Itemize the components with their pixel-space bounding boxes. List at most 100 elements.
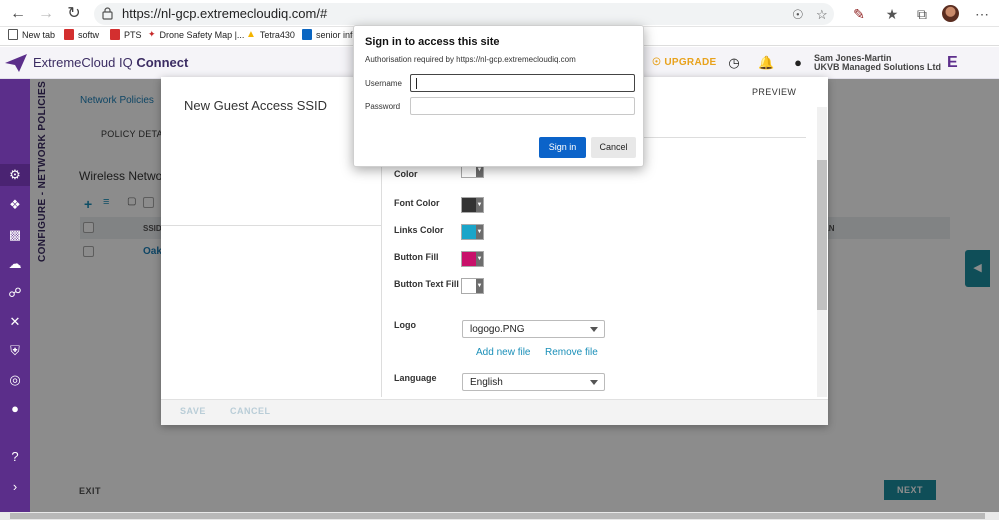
reload-icon[interactable]: ↻ [64, 4, 84, 24]
button-text-fill-label: Button Text Fill [394, 279, 459, 289]
text-cursor [416, 78, 417, 89]
font-color-label: Font Color [394, 198, 440, 208]
bookmark-label: New tab [22, 29, 56, 40]
chevron-down-icon [590, 327, 598, 332]
caret-down-icon: ▼ [476, 198, 483, 212]
bookmark-drone-safety-map[interactable]: ✦ Drone Safety Map |... [148, 29, 244, 40]
app-title-bold: Connect [136, 55, 189, 70]
bar-chart-icon[interactable]: ▩ [7, 227, 23, 243]
password-input[interactable] [410, 97, 635, 115]
bookmark-label: Tetra430 [259, 29, 295, 40]
language-label: Language [394, 373, 437, 383]
location-pin-icon[interactable]: ● [7, 401, 23, 417]
page-icon [8, 29, 18, 40]
radar-icon[interactable]: ◎ [7, 372, 23, 388]
extension-icon[interactable]: ✎ [849, 4, 869, 24]
pdf-icon [110, 29, 120, 40]
upgrade-label: UPGRADE [664, 57, 717, 68]
dialog-subtitle: Authorisation required by https://nl-gcp… [365, 55, 576, 64]
shield-icon[interactable]: ⛨ [7, 343, 23, 359]
forward-arrow-icon[interactable]: → [36, 4, 56, 24]
button-fill-label: Button Fill [394, 252, 439, 262]
favorite-star-icon[interactable]: ☆ [816, 7, 828, 23]
bookmark-label: senior info [316, 29, 358, 40]
linkedin-icon [302, 29, 312, 40]
font-color-picker[interactable]: ▼ [461, 197, 484, 213]
logo-select-value: logogo.PNG [470, 324, 525, 335]
url-text: https://nl-gcp.extremecloudiq.com/# [122, 6, 328, 21]
language-select-value: English [470, 377, 503, 388]
tab-preview[interactable]: PREVIEW [752, 87, 796, 97]
font-color-swatch [462, 198, 476, 212]
bookmark-tetra430[interactable]: ▲ Tetra430 [246, 29, 295, 40]
lock-icon[interactable]: ☍ [7, 285, 23, 301]
add-new-file-link[interactable]: Add new file [476, 347, 530, 358]
sign-in-dialog: Sign in to access this site Authorisatio… [353, 25, 644, 167]
gear-icon[interactable]: ⚙ [7, 167, 23, 183]
button-fill-picker[interactable]: ▼ [461, 251, 484, 267]
pdf-icon [64, 29, 74, 40]
bookmark-new-tab[interactable]: New tab [8, 29, 55, 40]
links-color-picker[interactable]: ▼ [461, 224, 484, 240]
logo-label: Logo [394, 320, 416, 330]
user-account-icon[interactable]: ● [790, 55, 806, 71]
profile-avatar[interactable] [942, 5, 959, 22]
bookmark-label: softw [78, 29, 100, 40]
puzzle-icon[interactable]: ❖ [7, 197, 23, 213]
user-org: UKVB Managed Solutions Ltd [814, 62, 941, 72]
location-icon[interactable]: ☉ [792, 7, 804, 23]
app-title: ExtremeCloud IQ Connect [33, 55, 188, 70]
favorites-icon[interactable]: ★ [882, 4, 902, 24]
caret-down-icon: ▼ [476, 225, 483, 239]
bookmark-label: PTS [124, 29, 142, 40]
bookmark-label: Drone Safety Map |... [159, 29, 245, 40]
drone-icon: ✦ [148, 29, 156, 39]
button-text-fill-picker[interactable]: ▼ [461, 278, 484, 294]
caret-down-icon: ▼ [476, 279, 483, 293]
bell-icon[interactable]: 🔔 [758, 55, 774, 71]
button-text-fill-swatch [462, 279, 476, 293]
back-arrow-icon[interactable]: ← [8, 4, 28, 24]
lock-icon [102, 7, 113, 20]
save-button[interactable]: SAVE [180, 406, 206, 416]
extreme-logo: E [947, 54, 958, 71]
help-icon[interactable]: ? [7, 449, 23, 465]
left-sidebar: ⚙ ❖ ▩ ☁ ☍ ✕ ⛨ ◎ ● ? › [0, 79, 30, 512]
more-menu-icon[interactable]: ⋯ [972, 4, 992, 24]
language-select[interactable]: English [462, 373, 605, 391]
address-bar[interactable]: https://nl-gcp.extremecloudiq.com/# ☉ ☆ [94, 3, 834, 25]
bookmark-pts[interactable]: PTS [110, 29, 142, 40]
collections-icon[interactable]: ⧉ [912, 4, 932, 24]
links-color-swatch [462, 225, 476, 239]
browser-toolbar: ← → ↻ https://nl-gcp.extremecloudiq.com/… [0, 0, 999, 27]
horizontal-scroll-thumb[interactable] [10, 513, 985, 519]
cloud-icon[interactable]: ☁ [7, 256, 23, 272]
upgrade-link[interactable]: ☉ UPGRADE [652, 57, 716, 68]
chevron-down-icon [590, 380, 598, 385]
cancel-button[interactable]: CANCEL [230, 406, 271, 416]
remove-file-link[interactable]: Remove file [545, 347, 598, 358]
left-pane-divider [161, 225, 381, 226]
modal-title: New Guest Access SSID [184, 98, 328, 113]
username-input[interactable] [410, 74, 635, 92]
caret-down-icon: ▼ [476, 252, 483, 266]
clock-icon[interactable]: ◷ [726, 55, 742, 71]
horizontal-scrollbar[interactable] [0, 512, 999, 520]
dialog-cancel-button[interactable]: Cancel [591, 137, 636, 158]
bookmark-softw[interactable]: softw [64, 29, 99, 40]
links-color-label: Links Color [394, 225, 444, 235]
tools-icon[interactable]: ✕ [7, 314, 23, 330]
app-title-light: ExtremeCloud IQ [33, 55, 133, 70]
button-fill-swatch [462, 252, 476, 266]
username-label: Username [365, 79, 402, 88]
chevron-right-icon[interactable]: › [7, 479, 23, 495]
dialog-title: Sign in to access this site [365, 36, 500, 48]
upgrade-icon: ☉ [652, 57, 662, 68]
drive-icon: ▲ [246, 29, 256, 40]
password-label: Password [365, 102, 401, 111]
bookmark-senior-info[interactable]: senior info [302, 29, 358, 40]
logo-select[interactable]: logogo.PNG [462, 320, 605, 338]
modal-scroll-thumb[interactable] [817, 160, 827, 310]
paper-plane-logo-icon [5, 54, 27, 72]
sign-in-button[interactable]: Sign in [539, 137, 586, 158]
